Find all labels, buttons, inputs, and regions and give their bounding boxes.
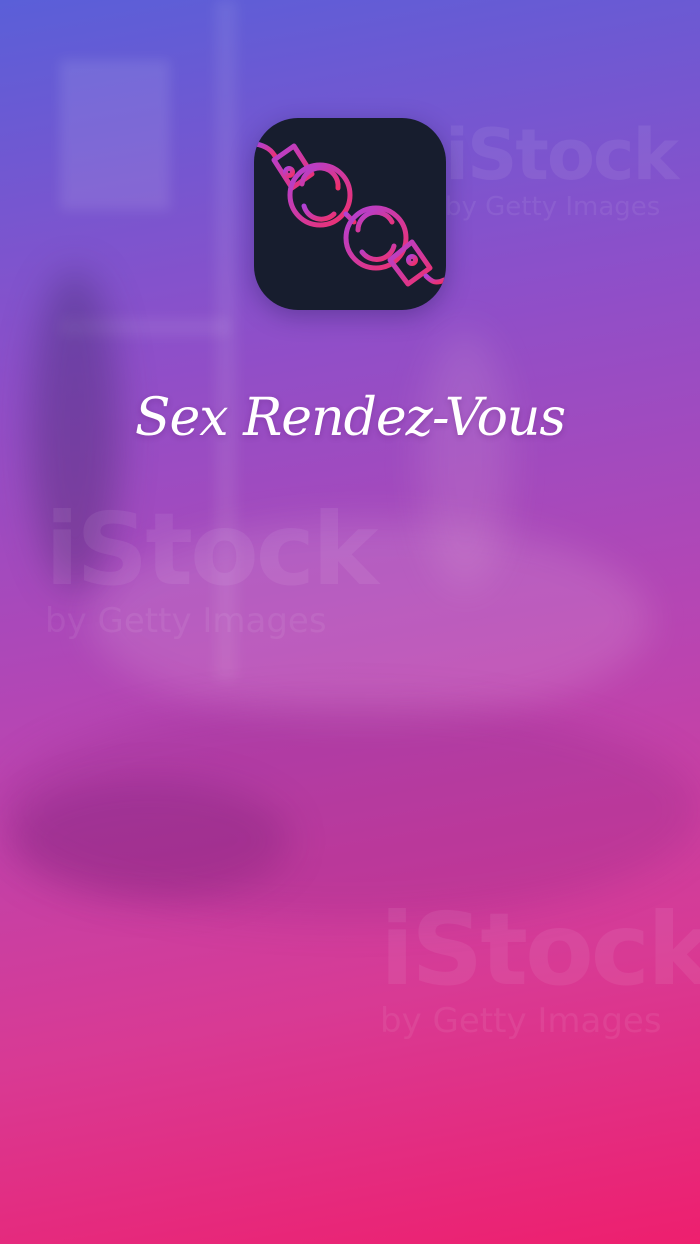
- background-watermark: iStock by Getty Images: [380, 891, 700, 1041]
- background-shelf: [60, 318, 230, 336]
- background-watermark: iStock by Getty Images: [445, 114, 679, 222]
- background-shadow: [10, 780, 290, 900]
- splash-screen: iStock by Getty Images iStock by Getty I…: [0, 0, 700, 1244]
- background-figure: [90, 520, 650, 720]
- background-bed: [0, 700, 700, 920]
- background-door-frame: [215, 0, 237, 680]
- app-logo: [254, 118, 446, 310]
- background-leg: [420, 330, 510, 590]
- app-title: Sex Rendez-Vous: [134, 388, 566, 448]
- background-window: [60, 60, 170, 210]
- background-watermark: iStock by Getty Images: [45, 491, 379, 641]
- handcuffs-icon: [254, 141, 446, 287]
